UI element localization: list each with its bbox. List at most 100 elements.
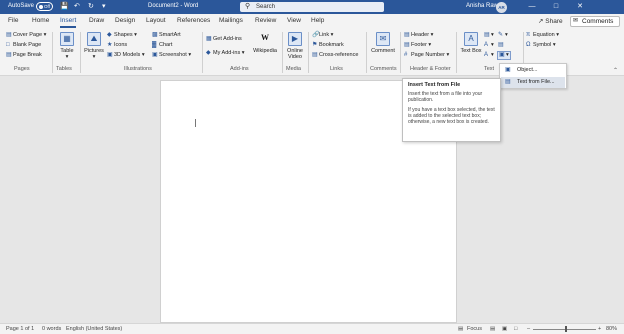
signature-line-icon[interactable]: ✎ ▾ — [498, 32, 508, 39]
icons-button[interactable]: ★ Icons — [107, 42, 127, 49]
zoom-slider-thumb[interactable] — [565, 326, 567, 332]
focus-icon[interactable]: ▤ — [458, 324, 463, 334]
share-button[interactable]: ↗ Share — [538, 17, 563, 25]
online-video-label: Online Video — [287, 48, 303, 60]
equation-button[interactable]: π Equation ▾ — [526, 32, 559, 39]
get-addins-button[interactable]: ▦Get Add-ins — [206, 36, 242, 43]
tab-references[interactable]: References — [177, 17, 210, 24]
get-addins-label: Get Add-ins — [213, 36, 242, 42]
my-addins-button[interactable]: ◆ My Add-ins ▾ — [206, 50, 245, 57]
comments-button[interactable]: ✉ Comments — [570, 16, 620, 27]
minimize-icon[interactable]: — — [520, 2, 544, 11]
page-count[interactable]: Page 1 of 1 — [6, 324, 34, 334]
undo-icon[interactable]: ↶ — [74, 2, 80, 11]
page-break-button[interactable]: ▤Page Break — [6, 52, 42, 59]
tab-review[interactable]: Review — [255, 17, 276, 24]
group-label-addins: Add-ins — [230, 66, 249, 72]
cross-reference-button[interactable]: ▤Cross-reference — [312, 52, 358, 59]
text-box-button[interactable]: A Text Box — [460, 32, 482, 54]
comment-button[interactable]: ✉ Comment — [368, 32, 398, 54]
save-icon[interactable]: 💾 — [60, 2, 69, 11]
menu-item-text-from-file-label: Text from File... — [517, 79, 555, 85]
read-mode-icon[interactable]: ▤ — [490, 324, 495, 334]
group-divider — [282, 32, 283, 73]
close-icon[interactable]: ✕ — [568, 2, 592, 11]
print-layout-icon[interactable]: ▣ — [502, 324, 507, 334]
tab-layout[interactable]: Layout — [146, 17, 166, 24]
link-button[interactable]: 🔗Link ▾ — [312, 32, 333, 39]
search-input[interactable]: ⚲ Search — [240, 2, 384, 12]
group-label-media: Media — [286, 66, 301, 72]
bookmark-button[interactable]: ⚑ Bookmark — [312, 42, 344, 49]
group-label-text: Text — [484, 66, 495, 72]
language[interactable]: English (United States) — [66, 324, 122, 334]
autosave-toggle[interactable]: Off — [36, 2, 53, 11]
text-box-icon: A — [464, 32, 478, 46]
focus-button[interactable]: Focus — [467, 324, 482, 334]
cover-page-label: Cover Page — [13, 32, 43, 38]
zoom-out-icon[interactable]: – — [527, 324, 530, 334]
object-icon[interactable]: ▣▾ — [497, 51, 511, 60]
tab-mailings[interactable]: Mailings — [219, 17, 243, 24]
tab-file[interactable]: File — [8, 17, 18, 24]
footer-button[interactable]: ▤Footer ▾ — [404, 42, 431, 49]
quick-parts-icon[interactable]: ▤▾ — [484, 32, 494, 39]
group-label-header-footer: Header & Footer — [410, 66, 451, 72]
chart-button[interactable]: ▓ Chart — [152, 42, 172, 49]
tab-help[interactable]: Help — [311, 17, 324, 24]
document-icon: ▤ — [505, 79, 511, 85]
chart-label: Chart — [159, 42, 173, 48]
symbol-button[interactable]: Ω Symbol ▾ — [526, 42, 556, 49]
web-layout-icon[interactable]: □ — [514, 324, 517, 334]
tab-view[interactable]: View — [287, 17, 301, 24]
tab-insert[interactable]: Insert — [60, 17, 77, 28]
wikipedia-icon: W — [261, 33, 269, 42]
screenshot-button[interactable]: ▣Screenshot ▾ — [152, 52, 191, 59]
footer-icon: ▤ — [404, 42, 410, 48]
tooltip: Insert Text from File Insert the text fr… — [402, 78, 501, 142]
redo-icon[interactable]: ↻ — [88, 2, 94, 11]
shapes-button[interactable]: ◆ Shapes ▾ — [107, 32, 137, 39]
tooltip-description: Insert the text from a file into your pu… — [408, 91, 483, 103]
tab-home[interactable]: Home — [32, 17, 49, 24]
customize-toolbar-icon[interactable]: ▾ — [102, 2, 106, 11]
zoom-level[interactable]: 80% — [606, 324, 617, 334]
3d-models-button[interactable]: ▣3D Models ▾ — [107, 52, 145, 59]
header-button[interactable]: ▤Header ▾ — [404, 32, 433, 39]
screenshot-icon: ▣ — [152, 52, 158, 58]
store-icon: ▦ — [206, 36, 212, 42]
ribbon-tabs: File Home Insert Draw Design Layout Refe… — [0, 14, 624, 30]
tab-design[interactable]: Design — [115, 17, 135, 24]
group-label-comments: Comments — [370, 66, 397, 72]
symbol-label: Symbol — [533, 42, 552, 48]
menu-item-object[interactable]: ▣ Object... — [501, 65, 565, 76]
restore-icon[interactable]: □ — [544, 2, 568, 11]
my-addins-icon: ◆ — [206, 50, 211, 56]
online-video-button[interactable]: ▶ Online Video — [284, 32, 306, 60]
drop-cap-icon[interactable]: A ▾ — [484, 52, 494, 59]
avatar[interactable]: AR — [496, 2, 507, 13]
zoom-in-icon[interactable]: + — [598, 324, 601, 334]
new-comment-icon: ✉ — [376, 32, 390, 46]
pictures-icon: ⛰ — [87, 32, 101, 46]
page-break-label: Page Break — [13, 52, 42, 58]
group-divider — [308, 32, 309, 73]
blank-page-button[interactable]: □ Blank Page — [6, 42, 41, 49]
page-number-label: Page Number — [411, 52, 445, 58]
word-count[interactable]: 0 words — [42, 324, 61, 334]
cover-page-button[interactable]: ▤Cover Page ▾ — [6, 32, 46, 39]
page-number-button[interactable]: # Page Number ▾ — [404, 52, 449, 59]
date-time-icon[interactable]: ▤ — [498, 42, 505, 49]
link-icon: 🔗 — [312, 32, 320, 38]
menu-item-text-from-file[interactable]: ▤ Text from File... — [501, 77, 565, 88]
collapse-ribbon-icon[interactable]: ⌃ — [613, 67, 618, 74]
table-button[interactable]: ▦ Table ▾ — [56, 32, 78, 60]
smartart-button[interactable]: ▩SmartArt — [152, 32, 181, 39]
wikipedia-button[interactable]: W Wikipedia — [250, 32, 280, 54]
tab-draw[interactable]: Draw — [89, 17, 104, 24]
group-divider — [202, 32, 203, 73]
share-label: Share — [545, 18, 563, 25]
wordart-icon[interactable]: A ▾ — [484, 42, 494, 49]
bookmark-icon: ⚑ — [312, 42, 318, 48]
pictures-button[interactable]: ⛰ Pictures ▾ — [83, 32, 105, 60]
